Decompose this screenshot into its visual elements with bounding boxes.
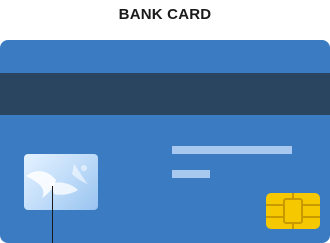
bank-card [0,40,330,243]
pointer-line [52,186,53,243]
page-title: BANK CARD [118,6,212,23]
signature-line [172,146,292,154]
hologram-icon [24,154,98,210]
magnetic-stripe [0,73,330,115]
chip-icon [266,193,320,229]
signature-line-short [172,170,210,178]
